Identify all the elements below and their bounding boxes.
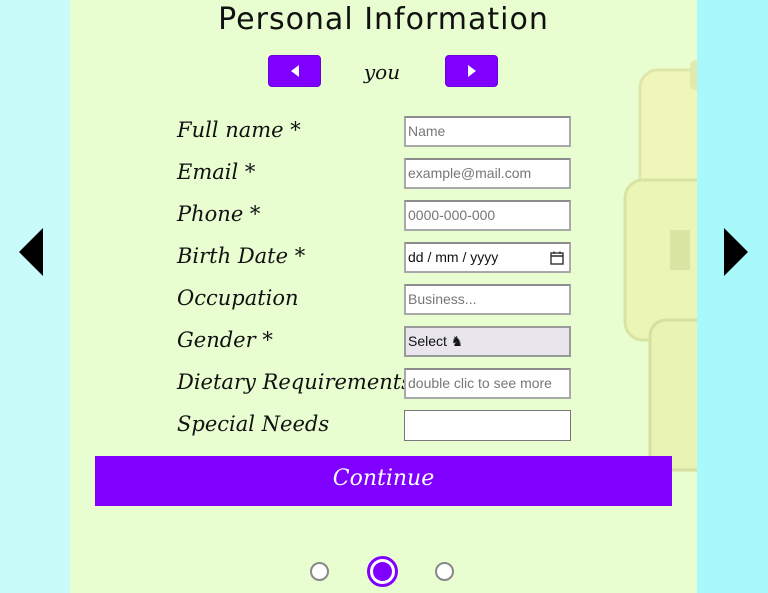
full-name-label: Full name * xyxy=(177,118,301,142)
left-background xyxy=(0,0,70,593)
form-panel: Personal Information you Full name * Nam… xyxy=(70,0,697,593)
email-input[interactable]: example@mail.com xyxy=(404,158,571,189)
occupation-label: Occupation xyxy=(177,286,299,310)
pager-dot-fill xyxy=(373,562,392,581)
birth-date-value: dd / mm / yyyy xyxy=(408,249,499,265)
phone-label: Phone * xyxy=(177,202,261,226)
dietary-input[interactable]: double clic to see more xyxy=(404,368,571,399)
next-person-button[interactable] xyxy=(445,55,498,87)
page-title: Personal Information xyxy=(218,2,549,37)
full-name-input[interactable]: Name xyxy=(404,116,571,147)
pager-dot-3[interactable] xyxy=(435,562,454,581)
special-needs-input[interactable] xyxy=(404,410,571,441)
previous-person-button[interactable] xyxy=(268,55,321,87)
email-label: Email * xyxy=(177,160,256,184)
calendar-icon[interactable] xyxy=(550,251,564,265)
person-label: you xyxy=(363,60,401,84)
pager-dot-2-active[interactable] xyxy=(367,556,398,587)
pager-dot-1[interactable] xyxy=(310,562,329,581)
gender-label: Gender * xyxy=(177,328,273,352)
phone-input[interactable]: 0000-000-000 xyxy=(404,200,571,231)
birth-date-label: Birth Date * xyxy=(177,244,306,268)
gender-select[interactable]: Select ♞ xyxy=(404,326,571,357)
birth-date-input[interactable]: dd / mm / yyyy xyxy=(404,242,571,273)
arrow-right-icon xyxy=(467,65,476,77)
luggage-illustration xyxy=(623,60,697,472)
occupation-input[interactable]: Business... xyxy=(404,284,571,315)
special-needs-label: Special Needs xyxy=(177,412,330,436)
chevron-left-icon[interactable] xyxy=(17,226,45,278)
continue-button[interactable]: Continue xyxy=(95,456,672,506)
dietary-label: Dietary Requirements * xyxy=(177,370,430,394)
arrow-left-icon xyxy=(290,65,299,77)
right-background xyxy=(697,0,768,593)
chevron-right-icon[interactable] xyxy=(722,226,750,278)
